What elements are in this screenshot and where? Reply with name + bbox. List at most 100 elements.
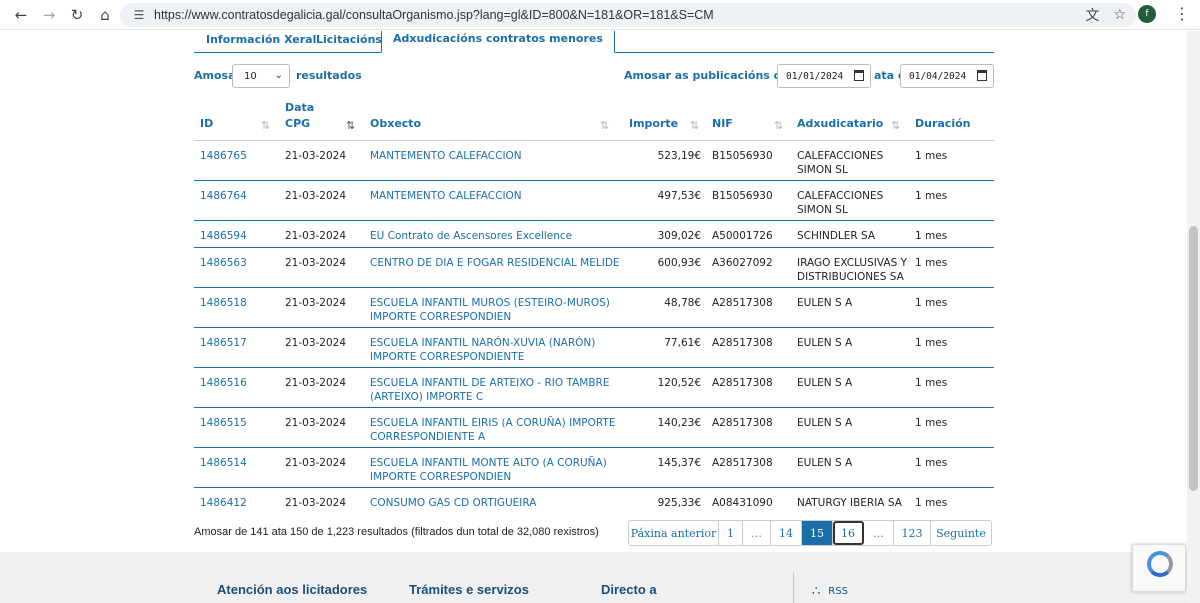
header-nif[interactable]: NIF: [712, 116, 733, 132]
page-scrollbar[interactable]: [1187, 31, 1200, 603]
row-duration: 1 mes: [915, 297, 948, 309]
row-awardee: EULEN S A: [797, 337, 853, 349]
sort-icon[interactable]: ⇅: [690, 119, 699, 132]
address-bar[interactable]: ☰ https://www.contratosdegalicia.gal/con…: [120, 3, 1136, 27]
table-row: 1486563 21-03-2024 CENTRO DE DIA E FOGAR…: [194, 248, 994, 288]
row-nif: A28517308: [712, 337, 773, 349]
row-id-link[interactable]: 1486518: [200, 296, 247, 310]
date-from-input[interactable]: 01/01/2024: [777, 64, 871, 88]
row-object-link[interactable]: ESCUELA INFANTIL NARÓN-XUVIA (NARÓN) IMPO…: [370, 336, 620, 364]
tab-adxudicacions[interactable]: Adxudicacións contratos menores: [381, 31, 615, 53]
pager-ellipsis: …: [864, 521, 894, 545]
browser-menu-icon[interactable]: ⋮: [1174, 4, 1190, 23]
rss-icon: ∴: [812, 584, 821, 599]
calendar-icon[interactable]: [854, 70, 864, 81]
row-duration: 1 mes: [915, 150, 948, 162]
row-awardee: EULEN S A: [797, 457, 853, 469]
row-duration: 1 mes: [915, 230, 948, 242]
sort-desc-icon[interactable]: ⇅: [346, 119, 355, 132]
header-duration[interactable]: Duración: [915, 116, 971, 132]
footer-link-directo[interactable]: Directo a: [601, 582, 657, 597]
page-16-button[interactable]: 16: [833, 521, 864, 545]
sort-icon[interactable]: ⇅: [261, 119, 270, 132]
tab-licitacions[interactable]: Licitacións: [316, 31, 382, 53]
row-date: 21-03-2024: [285, 377, 347, 389]
header-awardee[interactable]: Adxudicatario: [797, 116, 883, 132]
date-to-value: 01/04/2024: [909, 70, 967, 82]
header-amount[interactable]: Importe: [629, 116, 678, 132]
row-id-link[interactable]: 1486765: [200, 149, 247, 163]
pager-ellipsis: …: [743, 521, 771, 545]
table-row: 1486764 21-03-2024 MANTEMENTO CALEFACCIO…: [194, 181, 994, 221]
recaptcha-badge[interactable]: [1132, 544, 1186, 592]
tab-bar: Información Xeral Licitacións Adxudicaci…: [194, 31, 994, 53]
row-duration: 1 mes: [915, 257, 948, 269]
row-object-link[interactable]: MANTEMENTO CALEFACCION: [370, 189, 620, 203]
rss-label: RSS: [828, 586, 848, 597]
page-size-select[interactable]: 10 ⌄: [232, 64, 290, 88]
prev-page-button[interactable]: Páxina anterior: [629, 521, 719, 545]
row-object-link[interactable]: ESCUELA INFANTIL DE ARTEIXO - RIO TAMBRE…: [370, 376, 620, 404]
row-date: 21-03-2024: [285, 230, 347, 242]
recaptcha-icon: [1147, 551, 1173, 577]
date-to-input[interactable]: 01/04/2024: [900, 64, 994, 88]
row-id-link[interactable]: 1486516: [200, 376, 247, 390]
tab-informacion-xeral[interactable]: Información Xeral: [206, 31, 316, 53]
profile-avatar[interactable]: f: [1138, 4, 1156, 23]
row-date: 21-03-2024: [285, 190, 347, 202]
row-amount: 48,78€: [664, 297, 701, 309]
row-object-link[interactable]: EU Contrato de Ascensores Excellence: [370, 229, 620, 243]
row-date: 21-03-2024: [285, 457, 347, 469]
row-awardee: EULEN S A: [797, 377, 853, 389]
row-object-link[interactable]: MANTEMENTO CALEFACCION: [370, 149, 620, 163]
row-id-link[interactable]: 1486412: [200, 496, 247, 510]
header-object[interactable]: Obxecto: [370, 116, 421, 132]
sort-icon[interactable]: ⇅: [774, 119, 783, 132]
row-amount: 523,19€: [657, 150, 701, 162]
table-row: 1486514 21-03-2024 ESCUELA INFANTIL MONT…: [194, 448, 994, 488]
footer-link-tramites[interactable]: Trámites e servizos: [409, 582, 529, 597]
header-date[interactable]: Data CPG: [285, 100, 314, 132]
table-controls: Amosar 10 ⌄ resultados Amosar as publica…: [194, 63, 994, 89]
row-id-link[interactable]: 1486764: [200, 189, 247, 203]
header-date-line1: Data: [285, 101, 315, 114]
row-id-link[interactable]: 1486515: [200, 416, 247, 430]
row-object-link[interactable]: ESCUELA INFANTIL MONTE ALTO (A CORUÑA) IM…: [370, 456, 620, 484]
next-page-button[interactable]: Seguinte: [931, 521, 991, 545]
header-id[interactable]: ID: [200, 116, 213, 132]
page-15-button[interactable]: 15: [802, 521, 833, 545]
row-nif: A36027092: [712, 257, 773, 269]
bookmark-star-icon[interactable]: ☆: [1113, 7, 1126, 23]
row-id-link[interactable]: 1486517: [200, 336, 247, 350]
row-amount: 120,52€: [657, 377, 701, 389]
sort-icon[interactable]: ⇅: [600, 119, 609, 132]
site-info-icon[interactable]: ☰: [130, 6, 148, 24]
row-id-link[interactable]: 1486563: [200, 256, 247, 270]
row-object-link[interactable]: CENTRO DE DIA E FOGAR RESIDENCIAL MELIDE: [370, 256, 620, 270]
rss-link[interactable]: ∴ RSS: [812, 584, 848, 599]
url-text[interactable]: https://www.contratosdegalicia.gal/consu…: [154, 8, 714, 22]
row-id-link[interactable]: 1486514: [200, 456, 247, 470]
forward-icon[interactable]: →: [36, 2, 62, 28]
row-awardee: EULEN S A: [797, 297, 853, 309]
translate-icon[interactable]: 文: [1085, 5, 1099, 25]
footer-link-atencion[interactable]: Atención aos licitadores: [217, 582, 367, 597]
home-icon[interactable]: ⌂: [92, 2, 118, 28]
scrollbar-thumb[interactable]: [1189, 226, 1198, 491]
page-14-button[interactable]: 14: [771, 521, 802, 545]
row-object-link[interactable]: ESCUELA INFANTIL EIRIS (A CORUÑA) IMPORT…: [370, 416, 620, 444]
table-row: 1486412 21-03-2024 CONSUMO GAS CD ORTIGU…: [194, 488, 994, 515]
page-1-button[interactable]: 1: [719, 521, 743, 545]
sort-icon[interactable]: ⇅: [891, 119, 900, 132]
page-content: Información Xeral Licitacións Adxudicaci…: [0, 31, 1187, 603]
row-id-link[interactable]: 1486594: [200, 229, 247, 243]
row-amount: 600,93€: [657, 257, 701, 269]
table-row: 1486516 21-03-2024 ESCUELA INFANTIL DE A…: [194, 368, 994, 408]
results-label: resultados: [296, 69, 362, 82]
row-object-link[interactable]: CONSUMO GAS CD ORTIGUEIRA: [370, 496, 620, 510]
back-icon[interactable]: ←: [8, 2, 34, 28]
calendar-icon[interactable]: [977, 70, 987, 81]
reload-icon[interactable]: ↻: [64, 2, 90, 28]
page-123-button[interactable]: 123: [894, 521, 931, 545]
row-object-link[interactable]: ESCUELA INFANTIL MUROS (ESTEIRO-MUROS) IM…: [370, 296, 620, 324]
